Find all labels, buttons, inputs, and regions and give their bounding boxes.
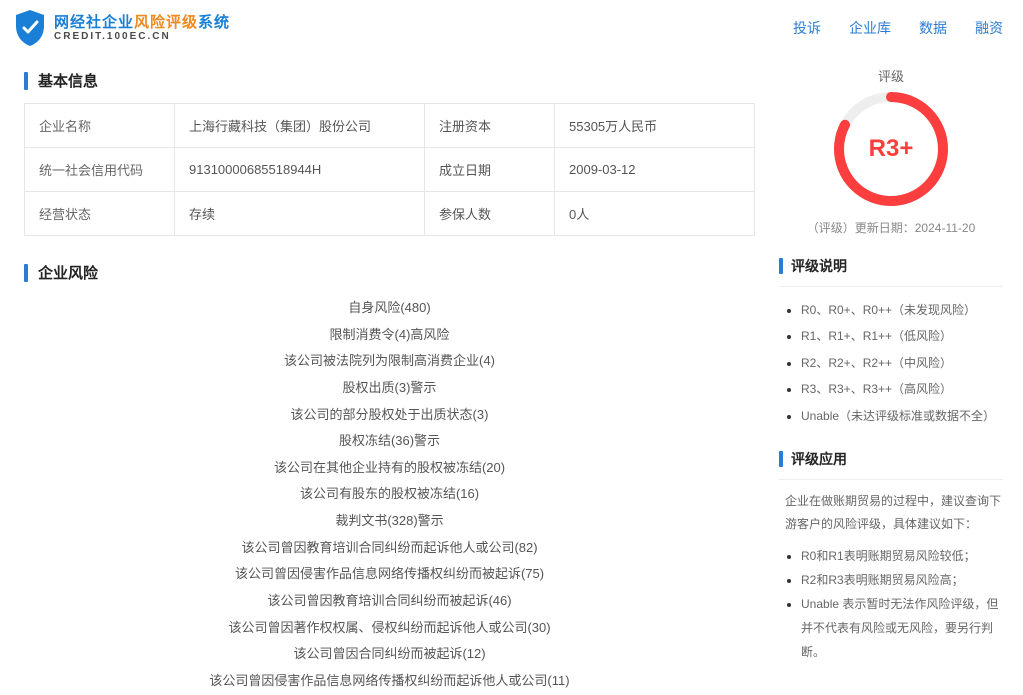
nav-complaint[interactable]: 投诉 (793, 18, 821, 38)
cell-label: 经营状态 (25, 192, 175, 236)
list-item: 该公司曾因教育培训合同纠纷而起诉他人或公司(82) (24, 535, 755, 562)
list-item: R0、R0+、R0++（未发现风险） (801, 297, 1003, 323)
nav-financing[interactable]: 融资 (975, 18, 1003, 38)
legend-list: R0、R0+、R0++（未发现风险） R1、R1+、R1++（低风险） R2、R… (779, 297, 1003, 429)
cell-label: 企业名称 (25, 104, 175, 148)
logo-subtext: CREDIT.100EC.CN (54, 31, 230, 43)
legend-title: 评级说明 (779, 256, 1003, 276)
rating-label: 评级 (779, 66, 1003, 85)
table-row: 经营状态 存续 参保人数 0人 (25, 192, 755, 236)
list-item: 该公司在其他企业持有的股权被冻结(20) (24, 455, 755, 482)
risk-list: 自身风险(480) 限制消费令(4)高风险 该公司被法院列为限制高消费企业(4)… (24, 295, 755, 695)
divider (779, 479, 1003, 480)
cell-value: 2009-03-12 (555, 148, 755, 192)
logo[interactable]: 网经社企业风险评级系统 CREDIT.100EC.CN (12, 8, 230, 48)
list-item: 该公司被法院列为限制高消费企业(4) (24, 348, 755, 375)
list-item: 该公司曾因合同纠纷而被起诉(12) (24, 641, 755, 668)
header: 网经社企业风险评级系统 CREDIT.100EC.CN 投诉 企业库 数据 融资 (0, 0, 1023, 56)
list-item: Unable 表示暂时无法作风险评级，但并不代表有风险或无风险，要另行判断。 (801, 592, 1003, 664)
top-nav: 投诉 企业库 数据 融资 (793, 18, 1003, 38)
risk-title: 企业风险 (24, 262, 755, 283)
cell-label: 参保人数 (425, 192, 555, 236)
cell-value: 上海行藏科技（集团）股份公司 (175, 104, 425, 148)
basic-info-title: 基本信息 (24, 70, 755, 91)
list-item: 该公司曾因侵害作品信息网络传播权纠纷而被起诉(75) (24, 561, 755, 588)
cell-value: 存续 (175, 192, 425, 236)
list-item: R2和R3表明账期贸易风险高； (801, 568, 1003, 592)
list-item: R3、R3+、R3++（高风险） (801, 376, 1003, 402)
rating-date: （评级）更新日期：2024-11-20 (779, 219, 1003, 236)
list-item: Unable（未达评级标准或数据不全） (801, 403, 1003, 429)
app-list: R0和R1表明账期贸易风险较低； R2和R3表明账期贸易风险高； Unable … (779, 544, 1003, 664)
nav-data[interactable]: 数据 (919, 18, 947, 38)
table-row: 企业名称 上海行藏科技（集团）股份公司 注册资本 55305万人民币 (25, 104, 755, 148)
list-item: R2、R2+、R2++（中风险） (801, 350, 1003, 376)
list-item: 该公司曾因教育培训合同纠纷而被起诉(46) (24, 588, 755, 615)
cell-label: 注册资本 (425, 104, 555, 148)
list-item: 该公司曾因侵害作品信息网络传播权纠纷而起诉他人或公司(11) (24, 668, 755, 695)
cell-value: 55305万人民币 (555, 104, 755, 148)
rating-value: R3+ (869, 135, 914, 163)
cell-value: 0人 (555, 192, 755, 236)
list-item: 该公司曾因著作权权属、侵权纠纷而起诉他人或公司(30) (24, 615, 755, 642)
nav-enterprise-db[interactable]: 企业库 (849, 18, 891, 38)
cell-label: 统一社会信用代码 (25, 148, 175, 192)
cell-value: 91310000685518944H (175, 148, 425, 192)
basic-info-table: 企业名称 上海行藏科技（集团）股份公司 注册资本 55305万人民币 统一社会信… (24, 103, 755, 236)
logo-text-1: 网经社企业 (54, 14, 134, 31)
rating-panel: 评级 R3+ （评级）更新日期：2024-11-20 (779, 66, 1003, 236)
cell-label: 成立日期 (425, 148, 555, 192)
list-item: 该公司有股东的股权被冻结(16) (24, 481, 755, 508)
list-item: 股权冻结(36)警示 (24, 428, 755, 455)
shield-icon (12, 8, 48, 48)
divider (779, 286, 1003, 287)
list-item: R1、R1+、R1++（低风险） (801, 323, 1003, 349)
app-title: 评级应用 (779, 449, 1003, 469)
list-item: 股权出质(3)警示 (24, 375, 755, 402)
list-item: R0和R1表明账期贸易风险较低； (801, 544, 1003, 568)
rating-ring: R3+ (831, 89, 951, 209)
logo-text-2: 风险评级 (134, 14, 198, 31)
list-item: 该公司的部分股权处于出质状态(3) (24, 402, 755, 429)
list-item: 裁判文书(328)警示 (24, 508, 755, 535)
list-item: 限制消费令(4)高风险 (24, 322, 755, 349)
table-row: 统一社会信用代码 91310000685518944H 成立日期 2009-03… (25, 148, 755, 192)
list-item: 自身风险(480) (24, 295, 755, 322)
logo-text-3: 系统 (198, 14, 230, 31)
app-note: 企业在做账期贸易的过程中，建议查询下游客户的风险评级，具体建议如下： (779, 490, 1003, 536)
